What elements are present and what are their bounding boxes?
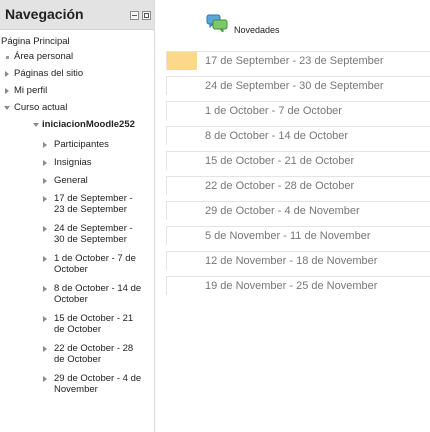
nav-item-label: Páginas del sitio xyxy=(14,68,84,79)
nav-item-label-line2: de October xyxy=(54,354,101,365)
nav-item-label: Curso actual xyxy=(14,102,68,113)
navigation-header: Navegación xyxy=(0,0,154,30)
collapse-arrow-icon xyxy=(4,106,10,110)
dock-block-icon[interactable] xyxy=(142,11,151,20)
nav-item-label-line2: November xyxy=(54,384,98,395)
nav-item-label: Insignias xyxy=(54,157,92,168)
week-section[interactable]: 24 de September - 30 de September xyxy=(166,76,430,95)
expand-arrow-icon xyxy=(43,142,47,148)
week-section[interactable]: 19 de November - 25 de November xyxy=(166,276,430,295)
week-section-label: 19 de November - 25 de November xyxy=(205,280,378,292)
week-section[interactable]: 12 de November - 18 de November xyxy=(166,251,430,270)
week-section[interactable]: 8 de October - 14 de October xyxy=(166,126,430,145)
nav-item-label-line2: October xyxy=(54,264,88,275)
nav-item-label-line2: 30 de September xyxy=(54,234,127,245)
expand-arrow-icon xyxy=(5,88,9,94)
week-section-label: 12 de November - 18 de November xyxy=(205,255,378,267)
collapse-arrow-icon xyxy=(33,123,39,127)
expand-arrow-icon xyxy=(43,256,47,262)
nav-item-label: General xyxy=(54,175,88,186)
news-forum-label: Novedades xyxy=(234,25,280,35)
week-section-label: 8 de October - 14 de October xyxy=(205,130,349,142)
expand-arrow-icon xyxy=(43,226,47,232)
course-content: Novedades 17 de September - 23 de Septem… xyxy=(160,0,430,432)
week-section-label: 29 de October - 4 de November xyxy=(205,205,360,217)
week-section-label: 24 de September - 30 de September xyxy=(205,80,384,92)
nav-item-label: Página Principal xyxy=(1,36,70,47)
week-section[interactable]: 22 de October - 28 de October xyxy=(166,176,430,195)
week-section[interactable]: 1 de October - 7 de October xyxy=(166,101,430,120)
expand-arrow-icon xyxy=(43,346,47,352)
week-section-label: 5 de November - 11 de November xyxy=(205,230,371,242)
news-forum-link[interactable]: Novedades xyxy=(166,0,430,42)
week-section-label: 1 de October - 7 de October xyxy=(205,105,342,117)
nav-item-label-line2: October xyxy=(54,294,88,305)
week-section-label: 22 de October - 28 de October xyxy=(205,180,355,192)
week-section[interactable]: 15 de October - 21 de October xyxy=(166,151,430,170)
nav-item-label: Participantes xyxy=(54,139,109,150)
week-section[interactable]: 17 de September - 23 de September xyxy=(166,51,430,70)
current-week-marker xyxy=(167,52,197,70)
nav-item-label: iniciacionMoodle252 xyxy=(42,119,135,130)
week-section-label: 17 de September - 23 de September xyxy=(205,55,384,67)
collapse-block-icon[interactable] xyxy=(130,11,139,20)
navigation-block: Navegación Página Principal Área persona… xyxy=(0,0,155,432)
week-section-label: 15 de October - 21 de October xyxy=(205,155,355,167)
nav-item-label: Mi perfil xyxy=(14,85,48,96)
expand-arrow-icon xyxy=(43,316,47,322)
navigation-title: Navegación xyxy=(5,6,84,22)
expand-arrow-icon xyxy=(43,286,47,292)
nav-item-label-line2: 23 de September xyxy=(54,204,127,215)
week-section[interactable]: 29 de October - 4 de November xyxy=(166,201,430,220)
forum-speech-bubbles-icon xyxy=(206,14,228,32)
bullet-icon xyxy=(6,56,9,59)
week-section[interactable]: 5 de November - 11 de November xyxy=(166,226,430,245)
nav-item-label: Área personal xyxy=(14,51,74,62)
expand-arrow-icon xyxy=(43,376,47,382)
expand-arrow-icon xyxy=(43,196,47,202)
expand-arrow-icon xyxy=(5,71,9,77)
expand-arrow-icon xyxy=(43,178,47,184)
nav-item-label-line2: de October xyxy=(54,324,101,335)
expand-arrow-icon xyxy=(43,160,47,166)
